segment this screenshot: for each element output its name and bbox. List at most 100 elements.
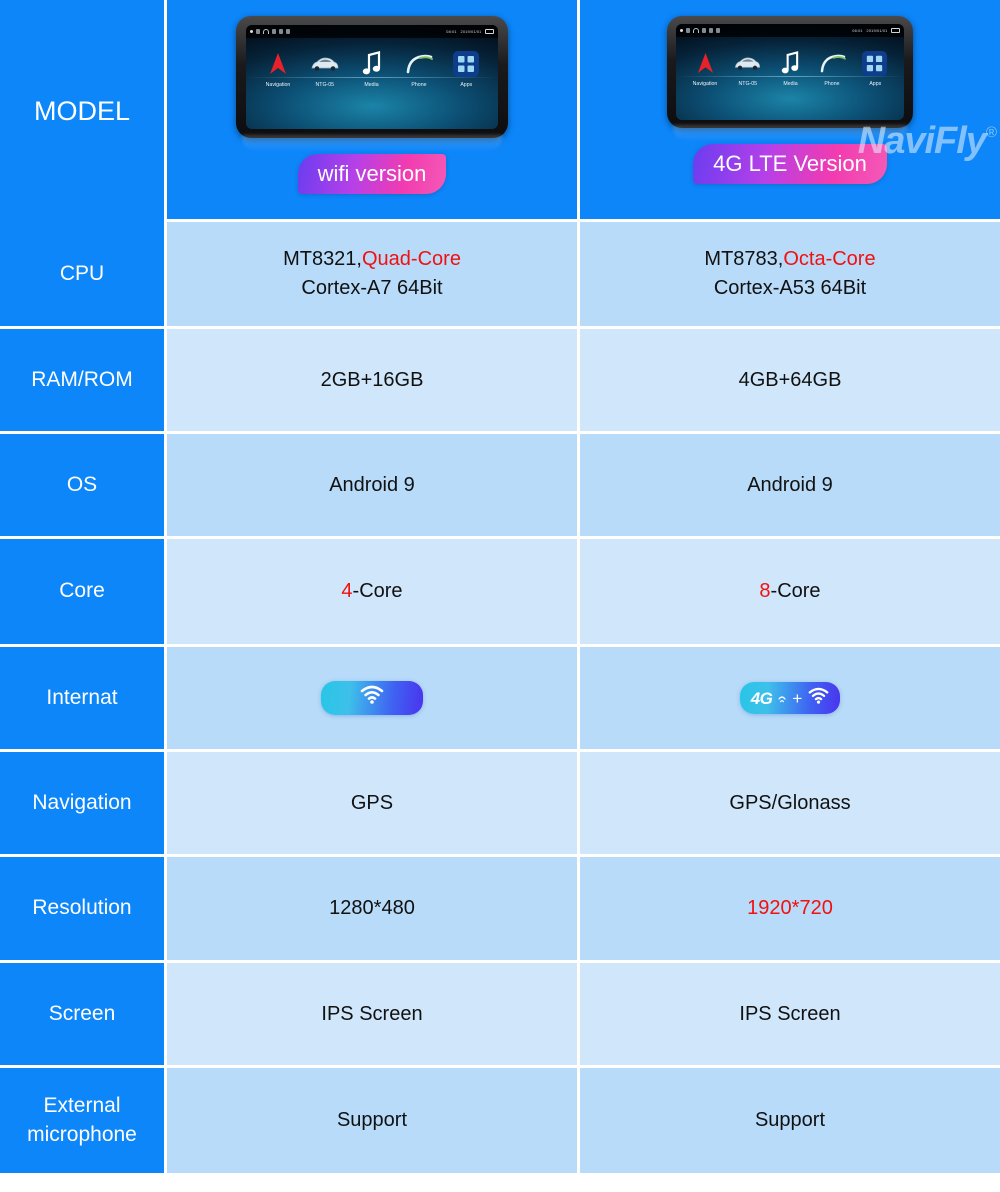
table-row: CPU MT8321,Quad-Core Cortex-A7 64Bit MT8… xyxy=(0,222,1000,329)
device-screen: 08:01 2019/01/01 Navigation NTG-05 Media… xyxy=(676,24,904,120)
device-app-label: Phone xyxy=(411,82,427,88)
location-icon xyxy=(709,28,713,33)
cell-resolution-wifi: 1280*480 xyxy=(167,857,580,960)
car-icon xyxy=(733,48,762,78)
4g-wifi-badge: 4G + xyxy=(739,682,841,714)
cpu-core-type: Octa-Core xyxy=(783,248,876,270)
cell-screen-wifi: IPS Screen xyxy=(167,963,580,1065)
row-label-text: Core xyxy=(59,579,105,603)
row-label-text: RAM/ROM xyxy=(31,367,133,391)
cell-value: Support xyxy=(336,1109,408,1131)
cell-ram-4g: 4GB+64GB xyxy=(580,329,1000,431)
cell-line-1: MT8321,Quad-Core xyxy=(283,245,461,274)
row-label-model: MODEL xyxy=(0,0,167,222)
cell-line-2: Cortex-A7 64Bit xyxy=(301,277,443,299)
table-row: Internat 4G + xyxy=(0,647,1000,752)
device-app-label: Navigation xyxy=(692,81,718,87)
header-cell-wifi-version: 08:01 2019/01/01 Navigation NTG-05 Media… xyxy=(167,0,580,219)
table-row: Core 4-Core 8-Core xyxy=(0,539,1000,647)
cell-value: 4-Core xyxy=(341,577,402,606)
cell-internet-4g: 4G + xyxy=(580,647,1000,749)
music-note-icon xyxy=(362,49,382,79)
row-label-navigation: Navigation xyxy=(0,752,167,854)
version-badge-4g: 4G LTE Version xyxy=(693,144,887,184)
device-app-label: NTG-05 xyxy=(315,82,335,88)
row-label-text-line1: External xyxy=(43,1094,121,1118)
cell-value: Android 9 xyxy=(329,473,415,496)
device-app-apps: Apps xyxy=(443,49,489,88)
device-status-bar: 08:01 2019/01/01 xyxy=(246,25,498,38)
phone-handset-icon xyxy=(819,48,846,78)
cell-line-1: MT8783,Octa-Core xyxy=(704,245,875,274)
row-label-text: MODEL xyxy=(33,95,131,126)
cpu-model: MT8783, xyxy=(704,248,784,270)
row-label-text: Internat xyxy=(46,685,118,709)
wifi-status-icon xyxy=(693,28,699,33)
phone-handset-icon xyxy=(405,49,434,79)
car-icon xyxy=(310,49,340,79)
row-label-screen: Screen xyxy=(0,963,167,1065)
cell-microphone-wifi: Support xyxy=(167,1068,580,1173)
row-label-resolution: Resolution xyxy=(0,857,167,960)
navigation-arrow-icon xyxy=(696,48,715,78)
signal-arc-icon xyxy=(778,684,786,713)
device-app-label: Media xyxy=(782,81,798,87)
row-label-text-line2: microphone xyxy=(27,1122,137,1146)
cell-os-wifi: Android 9 xyxy=(167,434,580,536)
4g-label: 4G xyxy=(750,688,773,708)
device-app-row: Navigation NTG-05 Media Phone Apps xyxy=(246,49,498,88)
wifi-icon xyxy=(360,684,384,713)
cell-cpu-4g: MT8783,Octa-Core Cortex-A53 64Bit xyxy=(580,222,1000,326)
cell-value: GPS/Glonass xyxy=(729,791,851,814)
battery-icon xyxy=(891,28,900,33)
cell-microphone-4g: Support xyxy=(580,1068,1000,1173)
device-status-bar: 08:01 2019/01/01 xyxy=(676,24,904,37)
row-label-internat: Internat xyxy=(0,647,167,749)
cell-resolution-4g: 1920*720 xyxy=(580,857,1000,960)
status-time: 08:01 xyxy=(446,29,457,34)
head-unit-device-wifi: 08:01 2019/01/01 Navigation NTG-05 Media… xyxy=(236,16,508,138)
sync-icon xyxy=(286,29,290,34)
status-time: 08:01 xyxy=(852,28,863,33)
cell-value: IPS Screen xyxy=(321,1002,423,1025)
wifi-status-icon xyxy=(263,29,269,34)
version-badge-label: wifi version xyxy=(317,161,427,186)
table-row: External microphone Support Support xyxy=(0,1068,1000,1176)
signal-icon xyxy=(686,28,690,33)
status-dot-icon xyxy=(680,29,683,32)
device-app-label: Phone xyxy=(824,81,840,87)
row-label-core: Core xyxy=(0,539,167,644)
row-label-ram-rom: RAM/ROM xyxy=(0,329,167,431)
row-label-text: Navigation xyxy=(32,790,132,814)
cell-value: 8-Core xyxy=(759,577,820,606)
wifi-badge xyxy=(321,681,423,715)
table-row: Screen IPS Screen IPS Screen xyxy=(0,963,1000,1068)
device-app-label: NTG-05 xyxy=(738,81,757,87)
table-row: Navigation GPS GPS/Glonass xyxy=(0,752,1000,857)
version-badge-label: 4G LTE Version xyxy=(713,151,867,176)
row-label-text: OS xyxy=(66,472,98,496)
core-suffix: -Core xyxy=(770,580,821,602)
core-suffix: -Core xyxy=(352,580,403,602)
row-label-os: OS xyxy=(0,434,167,536)
table-row: OS Android 9 Android 9 xyxy=(0,434,1000,539)
cell-navigation-wifi: GPS xyxy=(167,752,580,854)
core-count: 8 xyxy=(759,580,771,602)
cell-value: 1280*480 xyxy=(329,897,415,919)
cell-ram-wifi: 2GB+16GB xyxy=(167,329,580,431)
cell-line-2: Cortex-A53 64Bit xyxy=(713,277,867,299)
table-row: RAM/ROM 2GB+16GB 4GB+64GB xyxy=(0,329,1000,434)
app-grid-icon xyxy=(862,48,888,78)
cpu-model: MT8321, xyxy=(283,248,362,270)
registered-mark-icon: ® xyxy=(985,124,997,141)
cell-value: 4GB+64GB xyxy=(738,368,842,391)
location-icon xyxy=(279,29,283,34)
cell-core-wifi: 4-Core xyxy=(167,539,580,644)
cell-value: Support xyxy=(754,1109,826,1131)
bluetooth-icon xyxy=(272,29,276,34)
navigation-arrow-icon xyxy=(268,49,288,79)
device-app-media: Media xyxy=(349,49,395,88)
row-label-text: Screen xyxy=(48,1001,116,1025)
cell-cpu-wifi: MT8321,Quad-Core Cortex-A7 64Bit xyxy=(167,222,580,326)
bluetooth-icon xyxy=(702,28,706,33)
